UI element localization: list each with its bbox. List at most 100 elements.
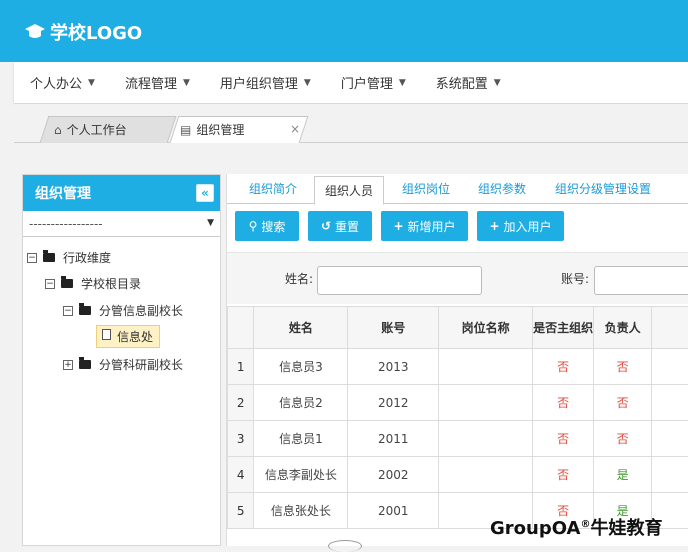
content-panel: 组织简介 组织人员 组织岗位 组织参数 组织分级管理设置 ⚲搜索 ↺ 重置 +新增… [226,174,688,546]
panel-title: 组织管理 [35,183,91,203]
table-header-row: 姓名 账号 岗位名称 是否主组织 负责人 [228,307,688,349]
app-header: 学校LOGO [0,0,688,62]
name-filter-input[interactable] [317,266,482,295]
menu-label: 用户组织管理 [220,73,298,92]
cell-main-org: 否 [533,349,594,385]
registered-mark: ® [580,519,590,530]
search-icon: ⚲ [249,219,258,233]
reset-button[interactable]: ↺ 重置 [308,211,372,241]
caret-down-icon: ▼ [183,78,190,88]
tab-org-members[interactable]: 组织人员 [314,176,384,205]
column-header-name[interactable]: 姓名 [254,307,348,349]
tree-node-vp-research[interactable]: + 分管科研副校长 [63,356,183,373]
search-button[interactable]: ⚲搜索 [235,211,299,241]
cell-name: 信息员2 [254,385,348,421]
content-tabs: 组织简介 组织人员 组织岗位 组织参数 组织分级管理设置 [227,174,688,204]
name-filter-label: 姓名: [285,270,313,287]
tab-org-management[interactable]: ▤ 组织管理 [180,121,244,138]
main-menu: 个人办公▼ 流程管理 ▼ 用户组织管理 ▼ 门户管理▼ 系统配置 ▼ [14,62,688,104]
tree-node-label: 信息处 [117,330,153,344]
cell-post [439,349,533,385]
table-row[interactable]: 3 信息员1 2011 否 否 [228,421,688,457]
column-header-post[interactable]: 岗位名称 [439,307,533,349]
table-row[interactable]: 4 信息李副处长 2002 否 是 [228,457,688,493]
tree-node-school-root[interactable]: − 学校根目录 [45,275,141,292]
tab-label: 组织管理 [196,121,244,138]
collapse-icon[interactable]: « [196,184,214,202]
cell-post [439,385,533,421]
caret-down-icon: ▼ [399,78,406,88]
tree-node-info-office[interactable]: 信息处 [96,325,160,348]
table-row[interactable]: 2 信息员2 2012 否 否 [228,385,688,421]
cell-name: 信息员1 [254,421,348,457]
cell-main-org: 否 [533,457,594,493]
cell-leader: 否 [594,385,652,421]
menu-personal-office[interactable]: 个人办公▼ [14,73,109,92]
account-filter-input[interactable] [594,266,688,295]
menu-workflow[interactable]: 流程管理 ▼ [109,73,204,92]
dimension-select[interactable]: ----------------- ▼ [23,211,220,237]
row-index: 1 [228,349,254,385]
table-row[interactable]: 1 信息员3 2013 否 否 [228,349,688,385]
collapse-toggle-icon[interactable]: − [45,279,55,289]
caret-down-icon: ▼ [207,218,214,228]
column-header-index [228,307,254,349]
menu-label: 系统配置 [436,73,488,92]
tree-node-label: 分管科研副校长 [99,356,183,373]
tab-org-posts[interactable]: 组织岗位 [402,180,450,197]
menu-user-org[interactable]: 用户组织管理 ▼ [204,73,325,92]
account-filter-label: 账号: [561,270,589,287]
folder-icon [79,360,91,369]
tab-org-hierarchy-settings[interactable]: 组织分级管理设置 [555,180,651,197]
graduation-cap-icon [24,23,46,41]
row-index: 4 [228,457,254,493]
button-label: 重置 [335,218,359,235]
button-label: 搜索 [261,218,285,235]
tree-node-admin-dimension[interactable]: − 行政维度 [27,249,111,266]
cell-account: 2013 [348,349,439,385]
cell-account: 2002 [348,457,439,493]
page-tab-strip: ⌂个人工作台 ▤ 组织管理 × [14,104,688,148]
expand-toggle-icon[interactable]: + [63,360,73,370]
add-new-user-button[interactable]: +新增用户 [381,211,468,241]
org-tree-panel: 组织管理 « ----------------- ▼ − 行政维度 − 学校根目… [22,174,221,546]
menu-label: 流程管理 [125,73,177,92]
menu-portal[interactable]: 门户管理▼ [325,73,420,92]
cell-leader: 是 [594,457,652,493]
join-user-button[interactable]: +加入用户 [477,211,564,241]
column-header-extra [652,307,688,349]
panel-header: 组织管理 « [23,175,220,211]
tab-personal-workbench[interactable]: ⌂个人工作台 [54,121,127,138]
logo-text: 学校LOGO [50,19,142,45]
menu-system-config[interactable]: 系统配置 ▼ [420,73,515,92]
row-index: 2 [228,385,254,421]
reset-icon: ↺ [321,219,331,233]
caret-down-icon: ▼ [494,78,501,88]
row-index: 5 [228,493,254,529]
tree-node-label: 行政维度 [63,249,111,266]
cell-extra [652,385,688,421]
tab-org-params[interactable]: 组织参数 [478,180,526,197]
caret-down-icon: ▼ [304,78,311,88]
tab-org-intro[interactable]: 组织简介 [249,180,297,197]
collapse-toggle-icon[interactable]: − [27,253,37,263]
column-header-main-org[interactable]: 是否主组织 [533,307,594,349]
school-logo[interactable]: 学校LOGO [24,18,142,46]
cell-leader: 否 [594,349,652,385]
tab-label: 个人工作台 [67,121,127,138]
cell-name: 信息员3 [254,349,348,385]
cell-extra [652,457,688,493]
button-label: 加入用户 [504,218,552,235]
column-header-account[interactable]: 账号 [348,307,439,349]
plus-icon: + [393,219,403,233]
tree-node-label: 学校根目录 [81,275,141,292]
document-icon: ▤ [180,123,191,137]
close-icon[interactable]: × [290,122,300,136]
tree-node-vp-info[interactable]: − 分管信息副校长 [63,302,183,319]
row-index: 3 [228,421,254,457]
collapse-toggle-icon[interactable]: − [63,306,73,316]
cell-extra [652,349,688,385]
column-header-leader[interactable]: 负责人 [594,307,652,349]
bottom-decoration [328,540,362,552]
caret-down-icon: ▼ [88,78,95,88]
